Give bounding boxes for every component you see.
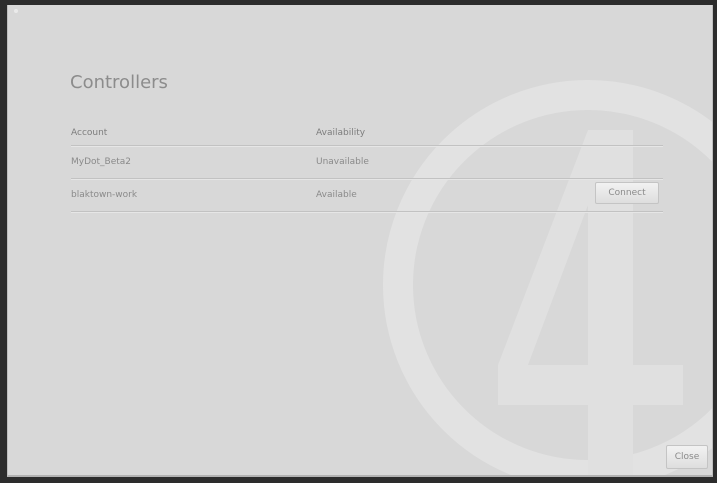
column-header-account: Account: [71, 128, 108, 138]
controllers-dialog: Controllers Account Availability MyDot_B…: [7, 5, 713, 477]
table-row: blaktown-work Available Connect: [71, 179, 663, 212]
window-corner-dot: [14, 9, 18, 13]
account-name: blaktown-work: [71, 190, 138, 200]
availability-status: Unavailable: [316, 157, 369, 167]
table-row: MyDot_Beta2 Unavailable: [71, 146, 663, 179]
page-title: Controllers: [70, 72, 168, 93]
controllers-table: Account Availability MyDot_Beta2 Unavail…: [71, 121, 663, 212]
table-header: Account Availability: [71, 121, 663, 146]
availability-status: Available: [316, 190, 357, 200]
connect-button[interactable]: Connect: [595, 182, 659, 204]
close-button[interactable]: Close: [666, 445, 708, 469]
column-header-availability: Availability: [316, 128, 366, 138]
account-name: MyDot_Beta2: [71, 157, 132, 167]
